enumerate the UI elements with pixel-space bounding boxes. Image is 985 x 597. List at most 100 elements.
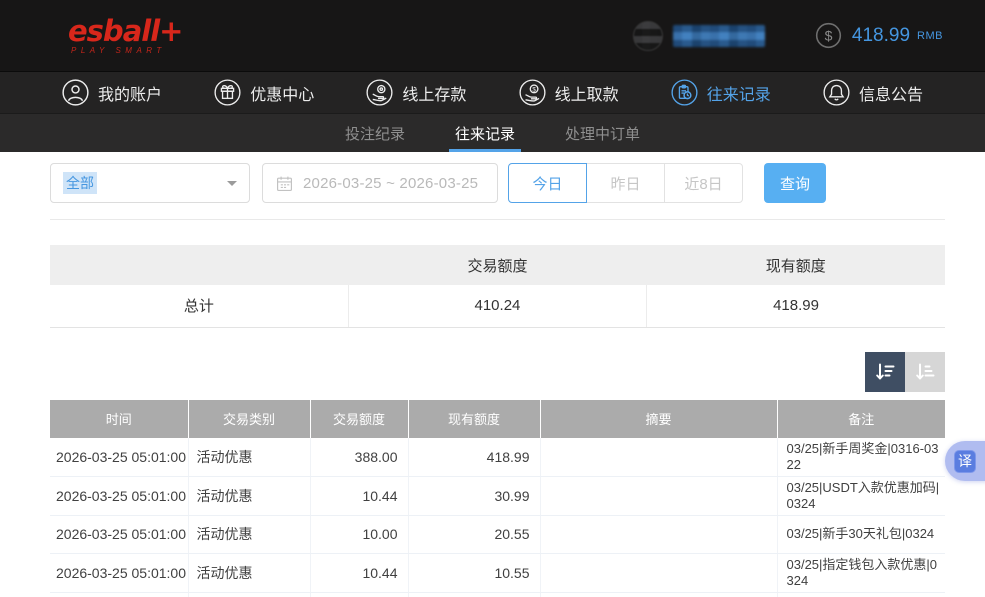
cell-remark: 03/25|USDT入款优惠加码|0324 (777, 476, 945, 515)
svg-text:$: $ (825, 28, 833, 44)
records-header-row: 时间 交易类别 交易额度 现有额度 摘要 备注 (50, 400, 945, 438)
summary-header-transaction: 交易额度 (348, 245, 646, 285)
cell-remark: 03/25|新手周奖金|0316-0322 (777, 438, 945, 477)
cell-type: 活动优惠 (188, 553, 310, 592)
cell-transaction-amount: 10.44 (310, 476, 408, 515)
cell-transaction-amount: 10.00 (310, 515, 408, 553)
cell-remark: 03/25|新手30天礼包|0324 (777, 515, 945, 553)
content: 全部 2026-03-25 ~ 2026-03-25 今日 昨日 近8日 查询 (0, 152, 985, 597)
section-divider (50, 219, 945, 220)
tab-transaction-records[interactable]: 往来记录 (430, 114, 540, 152)
col-transaction-amount: 交易额度 (310, 400, 408, 438)
cell-type: 活动优惠 (188, 476, 310, 515)
translate-icon: 译 (954, 450, 976, 473)
sort-ascending-button[interactable] (905, 352, 945, 392)
nav-item-transaction-records[interactable]: 往来记录 (671, 79, 771, 106)
page: esball+ PLAY SMART $ 418.99 RMB 我的账户 (0, 0, 985, 597)
username-redacted (673, 25, 765, 47)
col-summary: 摘要 (540, 400, 777, 438)
deposit-coin-hand-icon (366, 79, 393, 106)
table-row: 2026-03-25 05:01:00 活动优惠 10.00 20.55 03/… (50, 515, 945, 553)
cell-type: 活动优惠 (188, 438, 310, 477)
col-time: 时间 (50, 400, 188, 438)
cell-current-amount: 10.55 (408, 553, 540, 592)
query-button[interactable]: 查询 (764, 163, 826, 203)
summary-total-label: 总计 (50, 285, 348, 327)
cell-transaction-amount: 10.44 (310, 553, 408, 592)
cell-summary (540, 515, 777, 553)
summary-header-row: 交易额度 现有额度 (50, 245, 945, 285)
date-range-value: 2026-03-25 ~ 2026-03-25 (303, 175, 478, 192)
nav-item-promotions[interactable]: 优惠中心 (214, 79, 314, 106)
filter-row: 全部 2026-03-25 ~ 2026-03-25 今日 昨日 近8日 查询 (50, 163, 945, 203)
nav-label: 我的账户 (98, 81, 162, 105)
col-type: 交易类别 (188, 400, 310, 438)
cell-summary (540, 438, 777, 477)
sort-controls (50, 352, 945, 392)
sort-ascending-icon (913, 360, 937, 384)
brand-logo[interactable]: esball+ PLAY SMART (68, 16, 182, 55)
sort-descending-button[interactable] (865, 352, 905, 392)
sort-descending-icon (873, 360, 897, 384)
svg-text:$: $ (532, 86, 536, 93)
gift-icon (214, 79, 241, 106)
dollar-coin-icon: $ (815, 22, 842, 49)
cell-summary (540, 476, 777, 515)
quick-date-group: 今日 昨日 近8日 (508, 163, 743, 203)
balance-amount: 418.99 (852, 25, 910, 47)
nav-item-deposit[interactable]: 线上存款 (366, 79, 466, 106)
main-navigation: 我的账户 优惠中心 线上存款 $ 线上取款 往来记录 (0, 71, 985, 113)
table-row-partial (50, 592, 945, 597)
cell-current-amount: 418.99 (408, 438, 540, 477)
tab-pending-orders[interactable]: 处理中订单 (540, 114, 665, 152)
summary-total-transaction: 410.24 (348, 285, 646, 327)
table-row: 2026-03-25 05:01:00 活动优惠 388.00 418.99 0… (50, 438, 945, 477)
summary-total-row: 总计 410.24 418.99 (50, 285, 945, 327)
avatar[interactable] (633, 21, 663, 51)
sub-navigation: 投注纪录 往来记录 处理中订单 (0, 113, 985, 152)
translate-fab[interactable]: 译 (945, 441, 985, 481)
nav-label: 信息公告 (859, 81, 923, 105)
top-bar: esball+ PLAY SMART $ 418.99 RMB (0, 0, 985, 71)
nav-item-withdraw[interactable]: $ 线上取款 (519, 79, 619, 106)
summary-header-empty (50, 245, 348, 285)
today-button[interactable]: 今日 (508, 163, 587, 203)
cell-current-amount: 30.99 (408, 476, 540, 515)
records-table: 时间 交易类别 交易额度 现有额度 摘要 备注 2026-03-25 05:01… (50, 400, 945, 597)
cell-current-amount: 20.55 (408, 515, 540, 553)
date-range-input[interactable]: 2026-03-25 ~ 2026-03-25 (262, 163, 498, 203)
nav-label: 线上存款 (402, 81, 466, 105)
brand-tagline: PLAY SMART (71, 46, 182, 55)
tab-bet-records[interactable]: 投注纪录 (320, 114, 430, 152)
nav-label: 线上取款 (555, 81, 619, 105)
balance-currency: RMB (917, 30, 943, 42)
cell-transaction-amount: 388.00 (310, 438, 408, 477)
yesterday-button[interactable]: 昨日 (586, 163, 665, 203)
table-row: 2026-03-25 05:01:00 活动优惠 10.44 10.55 03/… (50, 553, 945, 592)
cell-time: 2026-03-25 05:01:00 (50, 553, 188, 592)
cell-type: 活动优惠 (188, 515, 310, 553)
bell-icon (823, 79, 850, 106)
summary-total-current: 418.99 (647, 285, 945, 327)
col-current-amount: 现有额度 (408, 400, 540, 438)
cell-remark: 03/25|指定钱包入款优惠|0324 (777, 553, 945, 592)
cell-summary (540, 553, 777, 592)
cell-time: 2026-03-25 05:01:00 (50, 515, 188, 553)
col-remark: 备注 (777, 400, 945, 438)
summary-table: 交易额度 现有额度 总计 410.24 418.99 (50, 245, 945, 328)
nav-label: 往来记录 (707, 81, 771, 105)
chevron-down-icon (227, 181, 237, 191)
category-select-value: 全部 (63, 172, 97, 194)
cell-time: 2026-03-25 05:01:00 (50, 476, 188, 515)
category-select[interactable]: 全部 (50, 163, 250, 203)
calendar-icon (276, 175, 293, 192)
withdraw-coin-hand-icon: $ (519, 79, 546, 106)
records-clipboard-clock-icon (671, 79, 698, 106)
last-8-days-button[interactable]: 近8日 (664, 163, 743, 203)
table-row: 2026-03-25 05:01:00 活动优惠 10.44 30.99 03/… (50, 476, 945, 515)
nav-item-announcements[interactable]: 信息公告 (823, 79, 923, 106)
nav-label: 优惠中心 (250, 81, 314, 105)
cell-time: 2026-03-25 05:01:00 (50, 438, 188, 477)
nav-item-my-account[interactable]: 我的账户 (62, 79, 162, 106)
user-area: $ 418.99 RMB (633, 21, 943, 51)
